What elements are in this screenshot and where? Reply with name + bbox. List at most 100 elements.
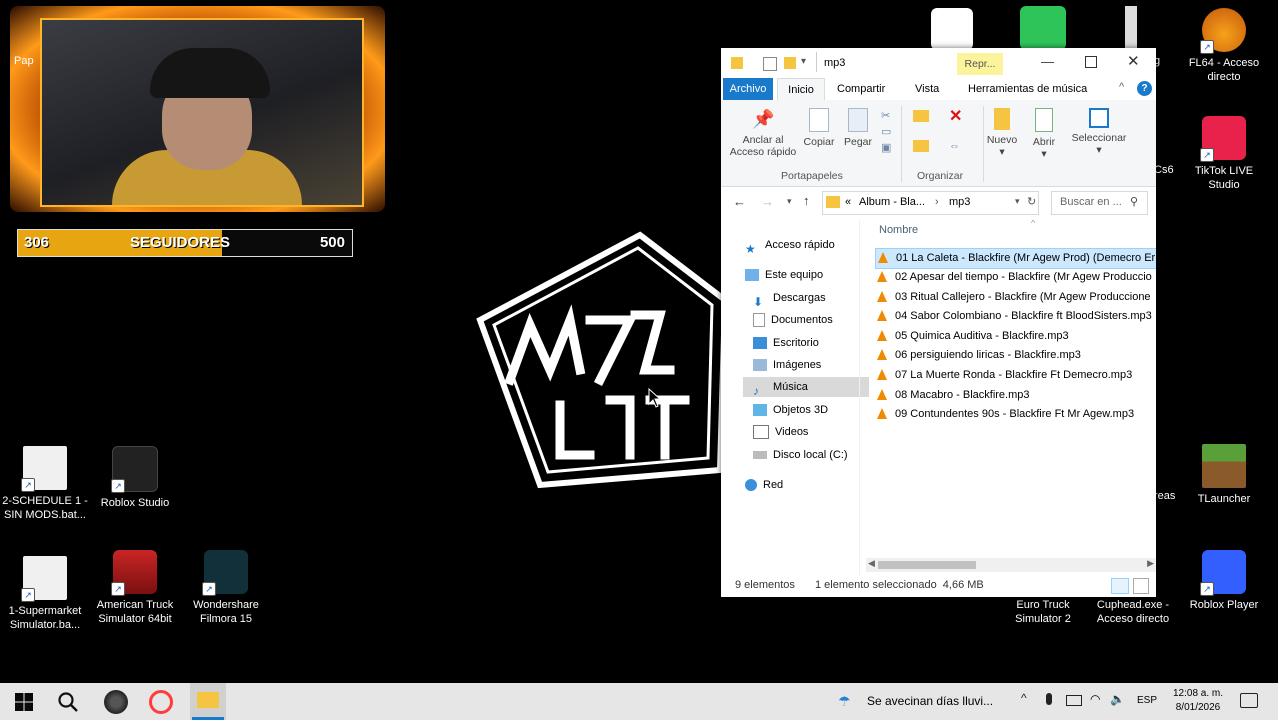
- desktop-icon-cuphead[interactable]: Cuphead.exe - Acceso directo: [1088, 598, 1178, 626]
- list-item[interactable]: 07 La Muerte Ronda - Blackfire Ft Demecr…: [875, 366, 1156, 385]
- forward-arrow-icon[interactable]: →: [761, 194, 774, 209]
- refresh-icon[interactable]: ↻: [1027, 195, 1036, 208]
- battery-icon[interactable]: [1066, 695, 1082, 706]
- address-bar[interactable]: « Album - Bla... › mp3 ▾ ↻: [822, 191, 1039, 215]
- column-header-name[interactable]: Nombre: [879, 224, 918, 236]
- desktop-icon-filmora[interactable]: ↗ Wondershare Filmora 15: [181, 550, 271, 626]
- properties-icon[interactable]: [763, 57, 777, 71]
- quick-access-dropdown-icon[interactable]: ▾: [801, 56, 806, 67]
- obs-icon[interactable]: [104, 690, 128, 714]
- list-item[interactable]: 05 Quimica Auditiva - Blackfire.mp3: [875, 327, 1156, 346]
- desktop-icon-schedule-bat[interactable]: ↗ 2-SCHEDULE 1 - SIN MODS.bat...: [0, 446, 90, 522]
- show-hidden-icons[interactable]: ^: [1021, 691, 1027, 705]
- nav-item-this-pc[interactable]: Este equipo: [745, 265, 823, 285]
- copy-button[interactable]: Copiar: [801, 108, 837, 148]
- collapse-ribbon-icon[interactable]: ^: [1119, 81, 1124, 93]
- desktop-icon-roblox-studio[interactable]: ↗ Roblox Studio: [90, 446, 180, 510]
- minimize-button[interactable]: —: [1041, 54, 1054, 69]
- pin-quick-access-button[interactable]: 📌 Anclar al Acceso rápido: [727, 108, 799, 158]
- taskbar-file-explorer-button[interactable]: [190, 683, 226, 720]
- list-item[interactable]: 09 Contundentes 90s - Blackfire Ft Mr Ag…: [875, 405, 1156, 424]
- desktop-icon-label: FL64 - Acceso directo: [1188, 57, 1260, 83]
- weather-text[interactable]: Se avecinan días lluvi...: [867, 694, 993, 708]
- help-icon[interactable]: ?: [1137, 81, 1152, 96]
- tab-archivo[interactable]: Archivo: [723, 78, 773, 100]
- capcut-icon[interactable]: [931, 8, 973, 50]
- weather-icon[interactable]: ☂: [838, 693, 851, 710]
- recent-locations-icon[interactable]: ▾: [787, 196, 792, 207]
- copy-to-icon[interactable]: [913, 140, 929, 152]
- scrollbar-thumb[interactable]: [878, 561, 976, 569]
- tab-herramientas-musica[interactable]: Herramientas de música: [968, 78, 1087, 100]
- windows-start-icon[interactable]: [12, 690, 36, 714]
- volume-icon[interactable]: 🔈: [1110, 692, 1125, 706]
- breadcrumb-album[interactable]: Album - Bla...: [859, 196, 925, 208]
- tab-vista[interactable]: Vista: [915, 78, 939, 100]
- partial-app-icon[interactable]: [1125, 6, 1137, 50]
- microphone-icon[interactable]: [1046, 693, 1052, 705]
- desktop-icon-american-truck[interactable]: ↗ American Truck Simulator 64bit: [90, 550, 180, 626]
- maximize-button[interactable]: [1085, 56, 1097, 68]
- nav-item-quick-access[interactable]: ★ Acceso rápido: [745, 235, 835, 256]
- nav-item-desktop[interactable]: Escritorio: [753, 333, 819, 353]
- window-title: mp3: [824, 57, 846, 69]
- new-folder-icon[interactable]: [784, 57, 796, 69]
- file-name: 01 La Caleta - Blackfire (Mr Agew Prod) …: [896, 252, 1156, 264]
- notifications-icon[interactable]: [1240, 693, 1258, 708]
- horizontal-scrollbar[interactable]: ◀ ▶: [866, 558, 1156, 572]
- desktop-icon-fl64[interactable]: ↗ FL64 - Acceso directo: [1179, 8, 1269, 84]
- nav-item-documents[interactable]: Documentos: [753, 310, 833, 330]
- list-item[interactable]: 02 Apesar del tiempo - Blackfire (Mr Age…: [875, 268, 1156, 287]
- address-dropdown-icon[interactable]: ▾: [1015, 196, 1020, 207]
- close-button[interactable]: ✕: [1127, 52, 1140, 70]
- desktop-icon-supermarket-bat[interactable]: ↗ 1-Supermarket Simulator.ba...: [0, 556, 90, 632]
- nav-item-network[interactable]: Red: [745, 475, 783, 495]
- breadcrumb-mp3[interactable]: mp3: [949, 196, 970, 208]
- list-item[interactable]: 03 Ritual Callejero - Blackfire (Mr Agew…: [875, 288, 1156, 307]
- list-item[interactable]: 08 Macabro - Blackfire.mp3: [875, 386, 1156, 405]
- breadcrumb-overflow[interactable]: «: [845, 196, 851, 208]
- nav-item-videos[interactable]: Videos: [753, 422, 808, 442]
- desktop-icon-tiktok-live[interactable]: ↗ TikTok LIVE Studio: [1179, 116, 1269, 192]
- list-item[interactable]: 01 La Caleta - Blackfire (Mr Agew Prod) …: [875, 248, 1156, 269]
- clock[interactable]: 12:08 a. m. 8/01/2026: [1168, 687, 1228, 715]
- paste-button[interactable]: Pegar: [841, 108, 875, 148]
- desktop-icon-roblox-player[interactable]: ↗ Roblox Player: [1179, 550, 1269, 612]
- up-arrow-icon[interactable]: ↑: [803, 193, 810, 208]
- title-bar[interactable]: ▾ mp3 Repr... — ✕: [721, 48, 1156, 78]
- list-item[interactable]: 04 Sabor Colombiano - Blackfire ft Blood…: [875, 307, 1156, 326]
- nav-item-images[interactable]: Imágenes: [753, 355, 821, 375]
- move-to-icon[interactable]: [913, 110, 929, 122]
- back-arrow-icon[interactable]: ←: [733, 194, 746, 209]
- tab-inicio[interactable]: Inicio: [777, 78, 825, 101]
- language-indicator[interactable]: ESP: [1137, 695, 1157, 706]
- nav-item-downloads[interactable]: ⬇ Descargas: [753, 288, 826, 309]
- file-explorer-window[interactable]: ▾ mp3 Repr... — ✕ Archivo Inicio Compart…: [721, 48, 1156, 597]
- select-button[interactable]: Seleccionar ▾: [1069, 108, 1129, 156]
- wifi-icon[interactable]: ◠: [1090, 692, 1100, 706]
- context-tab-play[interactable]: Repr...: [957, 53, 1003, 75]
- clipboard-small-tools[interactable]: ✂ ▭ ▣: [881, 108, 891, 156]
- list-item[interactable]: 06 persiguiendo liricas - Blackfire.mp3: [875, 346, 1156, 365]
- open-button[interactable]: Abrir ▾: [1027, 108, 1061, 160]
- new-label: Nuevo: [986, 134, 1018, 146]
- nav-item-local-disk[interactable]: Disco local (C:): [753, 445, 848, 465]
- delete-icon[interactable]: ✕: [949, 106, 962, 126]
- new-button[interactable]: Nuevo ▾: [985, 108, 1019, 158]
- opera-gx-icon[interactable]: [149, 690, 173, 714]
- green-app-icon[interactable]: [1020, 6, 1066, 50]
- desktop-icon-tlauncher[interactable]: TLauncher: [1179, 444, 1269, 506]
- search-icon[interactable]: [56, 690, 80, 714]
- large-icons-view-icon[interactable]: [1133, 578, 1149, 594]
- nav-item-3d-objects[interactable]: Objetos 3D: [753, 400, 828, 420]
- scroll-left-icon[interactable]: ◀: [868, 558, 875, 569]
- details-view-icon[interactable]: [1111, 578, 1129, 594]
- scroll-right-icon[interactable]: ▶: [1147, 558, 1154, 569]
- nav-label: Música: [773, 381, 808, 393]
- music-note-icon: ♪: [753, 384, 759, 399]
- rename-icon[interactable]: ⇔: [949, 140, 960, 152]
- search-box[interactable]: Buscar en ... ⚲: [1051, 191, 1148, 215]
- desktop-icon-euro-truck[interactable]: Euro Truck Simulator 2: [998, 598, 1088, 626]
- tab-compartir[interactable]: Compartir: [837, 78, 885, 100]
- nav-item-music[interactable]: ♪ Música: [743, 377, 869, 399]
